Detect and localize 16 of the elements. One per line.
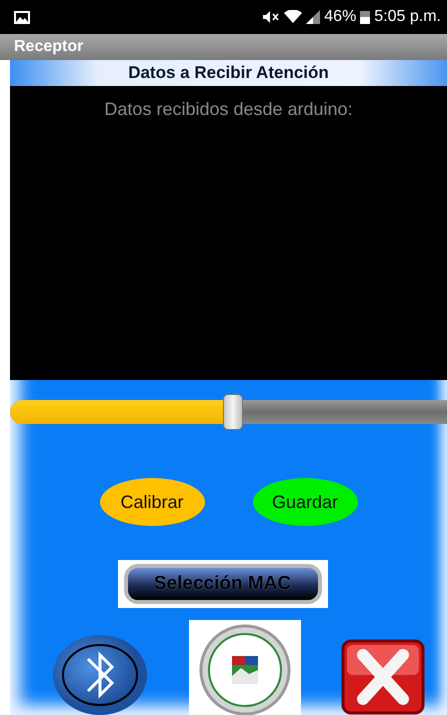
app-title: Receptor (14, 38, 84, 55)
slider-thumb[interactable] (222, 394, 243, 430)
oval-button[interactable]: Calibrar (100, 478, 204, 526)
seal-logo-icon (188, 620, 300, 715)
close-icon[interactable] (341, 639, 425, 715)
slider-track[interactable] (10, 400, 447, 424)
clock-time: 5:05 p.m. (374, 7, 441, 27)
mute-icon (262, 10, 280, 24)
battery-percent: 46% (324, 7, 356, 27)
oval-button[interactable]: Guardar (252, 478, 358, 526)
image-icon (14, 10, 30, 24)
battery-icon (360, 10, 370, 24)
wifi-icon (284, 10, 302, 24)
signal-icon (306, 10, 320, 24)
received-data-text: Datos recibidos desde arduino: (104, 99, 353, 120)
section-title: Datos a Recibir Atención (128, 62, 329, 84)
